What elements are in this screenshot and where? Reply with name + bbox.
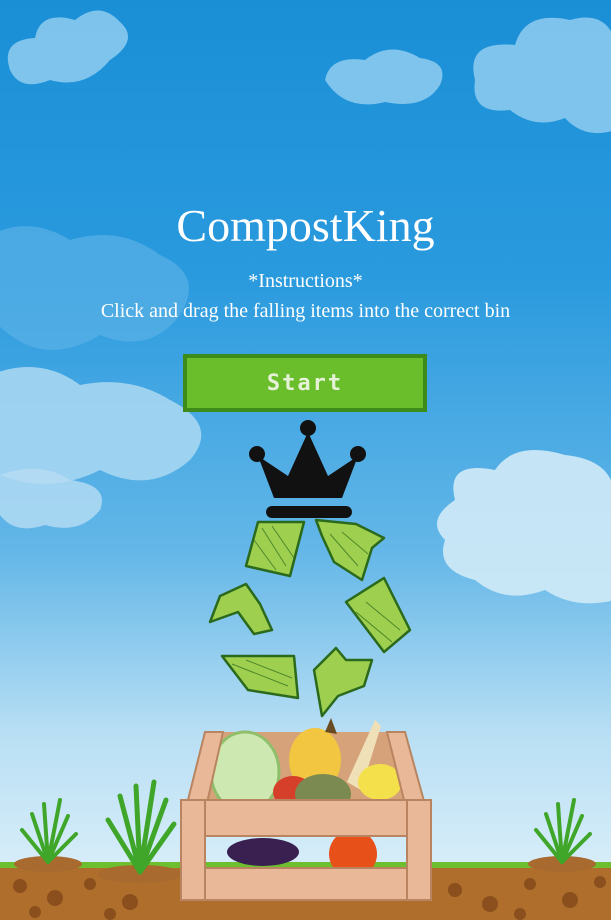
instructions-text: Click and drag the falling items into th… [100, 300, 511, 322]
cloud [0, 468, 102, 529]
cloud [7, 10, 128, 85]
instructions-heading: *Instructions* [248, 270, 363, 292]
onion-sprout-icon [14, 798, 82, 872]
compost-king-logo [208, 420, 412, 718]
game-title: CompostKing [176, 200, 435, 251]
cloud [437, 450, 611, 604]
cloud [325, 49, 443, 105]
crown-icon [249, 420, 366, 518]
onion-sprout-icon [98, 779, 182, 883]
onion-sprout-icon [528, 798, 596, 872]
cloud [473, 17, 611, 133]
produce-crate [180, 718, 432, 901]
start-button[interactable]: Start [183, 354, 427, 412]
recycle-icon [208, 518, 412, 718]
